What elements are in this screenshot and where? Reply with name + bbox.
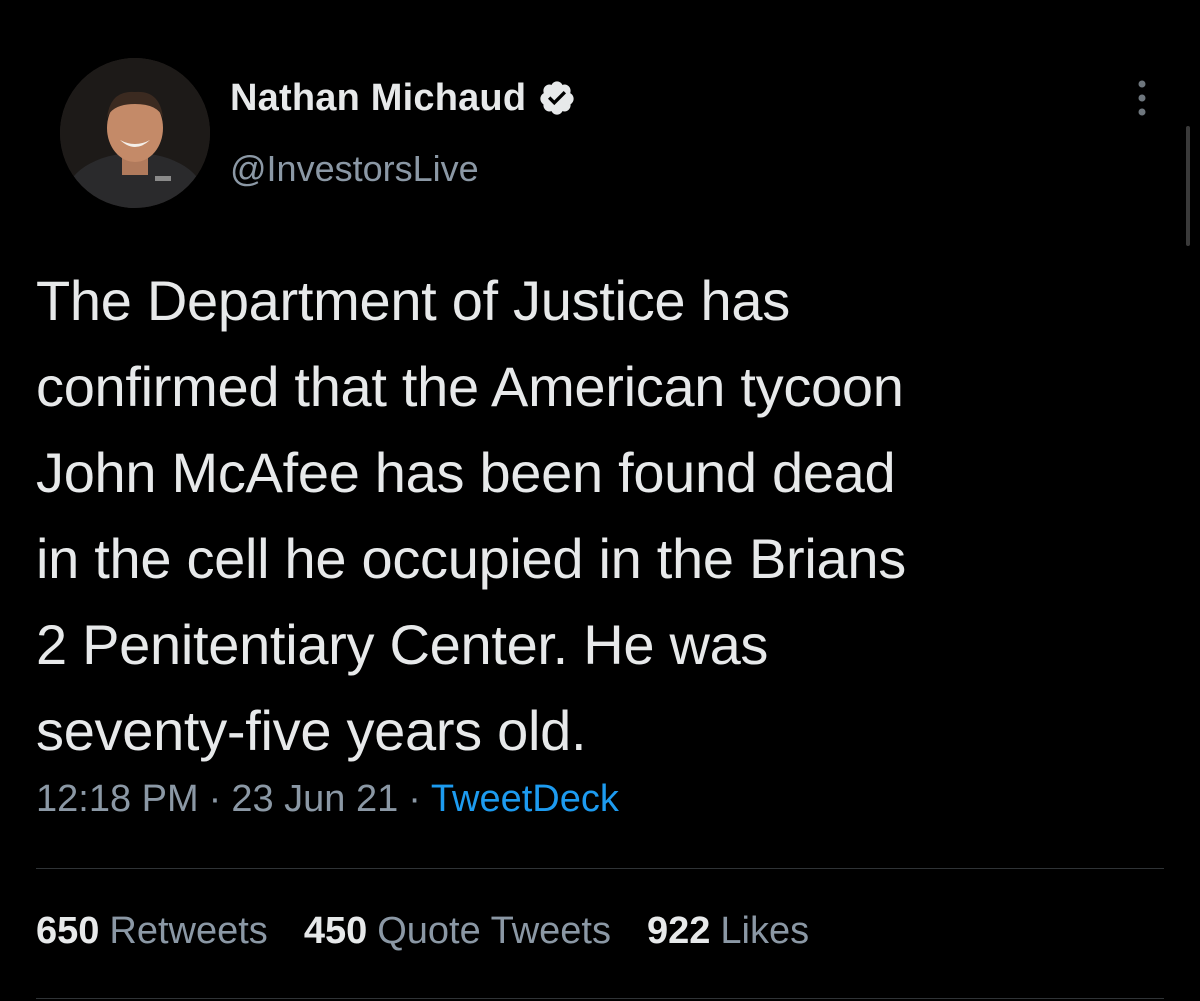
divider [36, 868, 1164, 869]
retweets-stat[interactable]: 650 Retweets [36, 910, 268, 953]
author-name-row[interactable]: Nathan Michaud [230, 74, 576, 122]
quote-tweets-stat[interactable]: 450 Quote Tweets [304, 910, 611, 953]
author-display-name[interactable]: Nathan Michaud [230, 77, 526, 120]
meta-separator: · [408, 778, 421, 820]
tweet-date[interactable]: 23 Jun 21 [231, 778, 398, 821]
tweet-stats: 650 Retweets 450 Quote Tweets 922 Likes [36, 910, 845, 953]
tweet-source-link[interactable]: TweetDeck [431, 778, 619, 821]
scrollbar[interactable] [1186, 126, 1190, 246]
likes-label: Likes [720, 910, 810, 952]
more-options-icon[interactable] [1128, 76, 1156, 120]
author-handle[interactable]: @InvestorsLive [230, 148, 479, 190]
tweet-text: The Department of Justice has confirmed … [36, 269, 906, 762]
quote-tweets-label: Quote Tweets [377, 910, 611, 952]
quote-tweets-count: 450 [303, 910, 368, 952]
avatar[interactable] [60, 58, 210, 208]
verified-badge-icon [540, 81, 574, 115]
retweets-count: 650 [36, 910, 100, 952]
retweets-label: Retweets [109, 910, 268, 952]
likes-stat[interactable]: 922 Likes [647, 910, 809, 953]
likes-count: 922 [647, 910, 711, 952]
avatar-photo [60, 58, 210, 208]
tweet-meta: 12:18 PM · 23 Jun 21 · TweetDeck [36, 778, 619, 821]
tweet-time[interactable]: 12:18 PM [36, 778, 199, 821]
divider [36, 998, 1164, 999]
meta-separator: · [208, 778, 222, 820]
